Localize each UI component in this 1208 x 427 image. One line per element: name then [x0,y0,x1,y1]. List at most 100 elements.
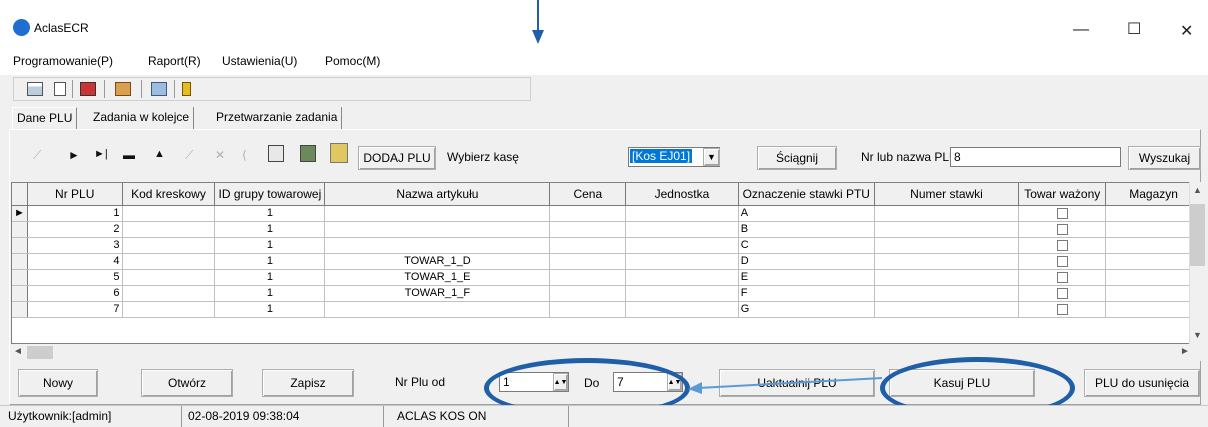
tab-zadania-w-kolejce[interactable]: Zadania w kolejce [89,107,195,129]
document-icon[interactable] [54,82,66,96]
tab-dane-plu[interactable]: Dane PLU [12,107,78,129]
filter-icon[interactable] [330,143,348,163]
cell-cena[interactable] [549,301,627,318]
cell-grupa[interactable]: 1 [214,301,326,318]
scroll-down-icon[interactable]: ▼ [1193,330,1202,340]
nav-refresh-icon[interactable]: ⟨ [242,148,247,162]
nav-cancel-icon[interactable]: ✕ [215,148,225,162]
row-indicator[interactable] [12,253,28,270]
checkbox[interactable] [1056,207,1068,219]
cell-nazwa[interactable] [324,237,551,254]
cell-grupa[interactable]: 1 [214,285,326,302]
cell-magazyn[interactable] [1105,253,1202,270]
table-row[interactable]: 6 1 TOWAR_1_F F [12,285,1202,302]
cell-nr-plu[interactable]: 7 [27,301,123,318]
cell-nazwa[interactable]: TOWAR_1_F [324,285,551,302]
cell-towar-wazony[interactable] [1018,221,1107,238]
menu-ustawienia[interactable]: Ustawienia(U) [222,54,297,68]
cell-numer[interactable] [874,269,1020,286]
row-indicator[interactable] [12,221,28,238]
cell-nazwa[interactable] [324,221,551,238]
column-header[interactable]: Magazyn [1105,183,1202,206]
cell-cena[interactable] [549,269,627,286]
cell-jednostka[interactable] [625,221,739,238]
cell-jednostka[interactable] [625,237,739,254]
close-button[interactable]: ✕ [1180,21,1193,41]
table-row[interactable]: 2 1 B [12,221,1202,238]
cell-kod[interactable] [122,301,216,318]
nowy-button[interactable]: Nowy [18,369,98,397]
cell-nr-plu[interactable]: 5 [27,269,123,286]
grid-icon[interactable] [27,82,43,96]
cell-towar-wazony[interactable] [1018,285,1107,302]
cell-ptu[interactable]: C [738,237,875,254]
row-indicator[interactable] [12,269,28,286]
column-header[interactable]: Jednostka [625,183,739,206]
cell-kod[interactable] [122,221,216,238]
scroll-up-icon[interactable]: ▲ [1193,185,1202,195]
plu-do-usuniecia-button[interactable]: PLU do usunięcia [1084,369,1200,397]
nav-last-icon[interactable]: ►| [94,148,108,160]
menu-raport[interactable]: Raport(R) [148,54,201,68]
column-header[interactable]: Nr PLU [27,183,123,206]
cell-cena[interactable] [549,205,627,222]
cell-kod[interactable] [122,205,216,222]
cell-cena[interactable] [549,237,627,254]
cell-nazwa[interactable]: TOWAR_1_D [324,253,551,270]
transfer-icon[interactable] [151,82,167,96]
cell-jednostka[interactable] [625,285,739,302]
cell-magazyn[interactable] [1105,237,1202,254]
nav-first-icon[interactable]: ⟋ [33,148,41,163]
cell-ptu[interactable]: E [738,269,875,286]
cell-nazwa[interactable] [324,301,551,318]
tab-przetwarzanie-zadania[interactable]: Przetwarzanie zadania [212,107,343,129]
maximize-button[interactable]: ☐ [1127,19,1141,39]
scroll-left-icon[interactable]: ◄ [13,346,23,357]
column-header[interactable]: Cena [549,183,627,206]
row-indicator-icon[interactable]: ► [12,205,28,222]
cell-kod[interactable] [122,285,216,302]
cell-ptu[interactable]: G [738,301,875,318]
cell-magazyn[interactable] [1105,301,1202,318]
checkbox[interactable] [1056,271,1068,283]
chart-icon[interactable] [300,145,316,162]
people-icon[interactable] [115,82,131,96]
cell-grupa[interactable]: 1 [214,221,326,238]
cell-towar-wazony[interactable] [1018,205,1107,222]
cell-nazwa[interactable] [324,205,551,222]
checkbox[interactable] [1056,303,1068,315]
scroll-right-icon[interactable]: ► [1180,346,1190,357]
checkbox[interactable] [1056,223,1068,235]
cell-cena[interactable] [549,221,627,238]
minimize-button[interactable]: — [1073,21,1089,39]
cell-numer[interactable] [874,237,1020,254]
menu-pomoc[interactable]: Pomoc(M) [325,54,380,68]
table-row[interactable]: 3 1 C [12,237,1202,254]
cell-kod[interactable] [122,269,216,286]
cell-ptu[interactable]: B [738,221,875,238]
cell-magazyn[interactable] [1105,269,1202,286]
cell-towar-wazony[interactable] [1018,269,1107,286]
otworz-button[interactable]: Otwórz [141,369,233,397]
table-row[interactable]: 7 1 G [12,301,1202,318]
cell-grupa[interactable]: 1 [214,237,326,254]
checkbox[interactable] [1056,255,1068,267]
sciagnij-button[interactable]: Ściągnij [757,146,837,170]
chevron-down-icon[interactable]: ▼ [703,148,720,166]
flag-icon[interactable] [80,82,96,96]
nav-delete-icon[interactable]: ▬ [123,148,135,162]
dodaj-plu-button[interactable]: DODAJ PLU [358,146,436,170]
row-indicator[interactable] [12,301,28,318]
column-header[interactable]: Oznaczenie stawki PTU [738,183,875,206]
column-header[interactable]: Towar ważony [1018,183,1107,206]
plu-grid[interactable]: Nr PLU Kod kreskowy ID grupy towarowej N… [11,182,1203,344]
cell-magazyn[interactable] [1105,205,1202,222]
cell-cena[interactable] [549,253,627,270]
row-indicator[interactable] [12,237,28,254]
cell-kod[interactable] [122,253,216,270]
cell-towar-wazony[interactable] [1018,253,1107,270]
cell-magazyn[interactable] [1105,221,1202,238]
cell-numer[interactable] [874,221,1020,238]
cell-nr-plu[interactable]: 2 [27,221,123,238]
cell-jednostka[interactable] [625,205,739,222]
